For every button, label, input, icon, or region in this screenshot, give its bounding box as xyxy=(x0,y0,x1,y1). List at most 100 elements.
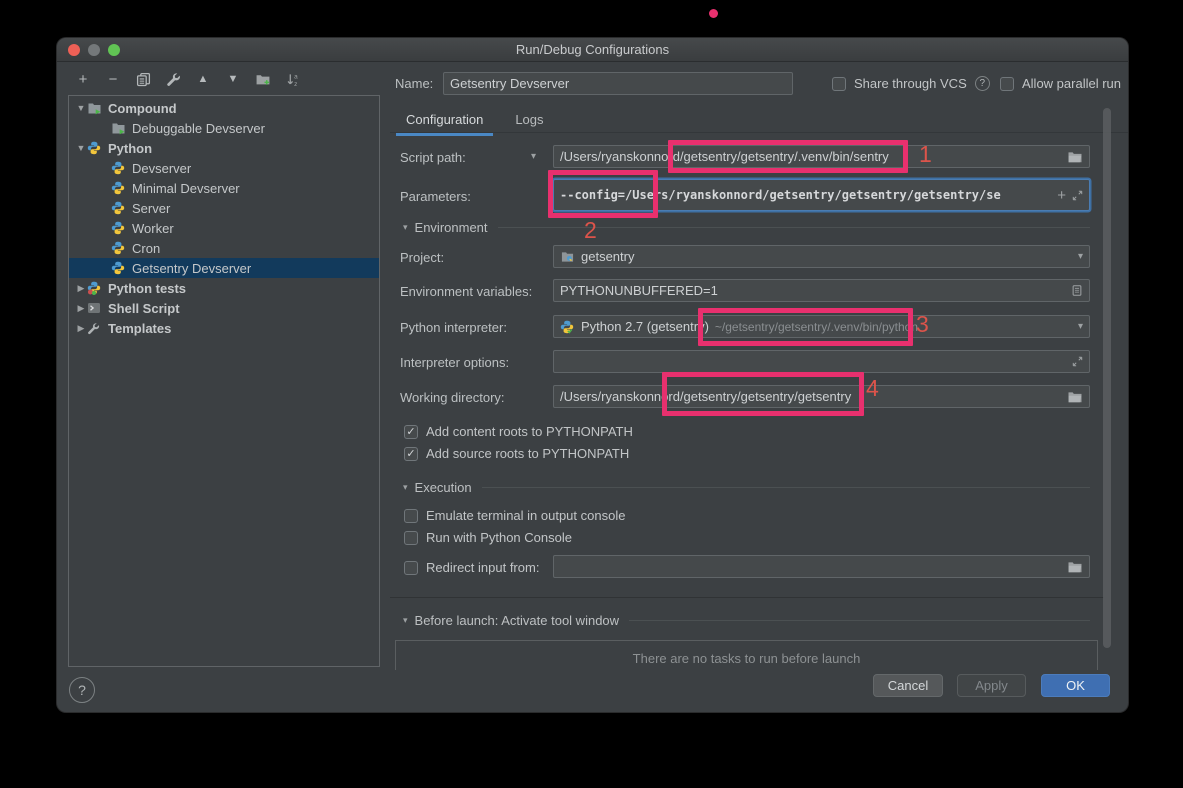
section-collapse-icon[interactable]: ▾ xyxy=(403,615,408,626)
tree-item-python-tests[interactable]: ▶ Python tests xyxy=(69,278,379,298)
tree-item-server[interactable]: Server xyxy=(69,198,379,218)
before-launch-title: Before launch: Activate tool window xyxy=(414,613,620,628)
name-label: Name: xyxy=(395,76,434,91)
tree-item-shell-script[interactable]: ▶ Shell Script xyxy=(69,298,379,318)
emulate-terminal-checkbox[interactable] xyxy=(404,508,418,523)
expand-arrow-icon[interactable]: ▼ xyxy=(75,103,87,113)
emulate-terminal-label: Emulate terminal in output console xyxy=(426,508,626,523)
dropdown-caret-icon[interactable]: ▾ xyxy=(1072,321,1083,332)
execution-section-header[interactable]: ▾ Execution xyxy=(403,480,1090,495)
redirect-input-checkbox[interactable] xyxy=(404,560,418,575)
tree-item-label: Server xyxy=(132,200,171,216)
new-folder-icon xyxy=(256,74,270,85)
configurations-toolbar: + − ▲ ▼ az xyxy=(73,68,303,90)
tree-item-devserver[interactable]: Devserver xyxy=(69,158,379,178)
interpreter-options-field[interactable] xyxy=(553,350,1090,373)
environment-section-header[interactable]: ▾ Environment xyxy=(403,220,1090,235)
ok-button[interactable]: OK xyxy=(1041,674,1110,697)
section-collapse-icon[interactable]: ▾ xyxy=(403,482,408,493)
script-path-caret-icon[interactable]: ▾ xyxy=(531,151,536,162)
section-rule xyxy=(629,620,1090,621)
apply-button[interactable]: Apply xyxy=(957,674,1026,697)
tree-item-compound[interactable]: ▼ Compound xyxy=(69,98,379,118)
python-icon xyxy=(111,161,127,175)
sort-az-icon: az xyxy=(287,73,298,87)
share-vcs-label: Share through VCS xyxy=(854,76,967,91)
expand-arrow-icon[interactable]: ▼ xyxy=(75,143,87,153)
browse-folder-icon[interactable] xyxy=(1061,560,1083,573)
section-rule xyxy=(481,487,1090,488)
add-configuration-button[interactable]: + xyxy=(73,69,93,89)
add-macro-icon[interactable]: + xyxy=(1051,187,1066,204)
collapse-arrow-icon[interactable]: ▶ xyxy=(75,303,87,314)
zoom-window-icon[interactable] xyxy=(108,44,120,56)
expand-field-icon[interactable] xyxy=(1066,356,1083,367)
annotation-box-3 xyxy=(698,308,913,346)
tab-configuration[interactable]: Configuration xyxy=(396,110,494,136)
add-source-roots-checkbox[interactable]: ✓ xyxy=(404,446,418,461)
tree-item-label: Devserver xyxy=(132,160,192,176)
interpreter-options-input[interactable] xyxy=(560,354,1066,369)
tree-item-minimal-devserver[interactable]: Minimal Devserver xyxy=(69,178,379,198)
env-vars-input[interactable] xyxy=(560,283,1065,298)
tree-item-getsentry-devserver[interactable]: Getsentry Devserver xyxy=(69,258,379,278)
allow-parallel-checkbox[interactable] xyxy=(1000,76,1014,91)
allow-parallel-label: Allow parallel run xyxy=(1022,76,1121,91)
titlebar[interactable]: Run/Debug Configurations xyxy=(57,38,1128,62)
help-button[interactable]: ? xyxy=(69,677,95,703)
share-vcs-checkbox[interactable] xyxy=(832,76,846,91)
interpreter-label: Python interpreter: xyxy=(400,320,507,335)
interpreter-options-label: Interpreter options: xyxy=(400,355,510,370)
copy-icon xyxy=(136,72,150,86)
copy-configuration-button[interactable] xyxy=(133,69,153,89)
new-folder-button[interactable] xyxy=(253,69,273,89)
redirect-input-input[interactable] xyxy=(560,559,1061,574)
tree-item-cron[interactable]: Cron xyxy=(69,238,379,258)
before-launch-section-header[interactable]: ▾ Before launch: Activate tool window xyxy=(403,613,1090,628)
sort-configurations-button[interactable]: az xyxy=(283,69,303,89)
tree-item-templates[interactable]: ▶ Templates xyxy=(69,318,379,338)
tree-item-label: Minimal Devserver xyxy=(132,180,240,196)
project-dropdown[interactable]: getsentry ▾ xyxy=(553,245,1090,268)
close-window-icon[interactable] xyxy=(68,44,80,56)
edit-list-icon[interactable] xyxy=(1065,284,1083,297)
tab-logs[interactable]: Logs xyxy=(505,110,553,133)
collapse-arrow-icon[interactable]: ▶ xyxy=(75,323,87,334)
allow-parallel-row: Allow parallel run xyxy=(1000,76,1121,91)
annotation-number-4: 4 xyxy=(866,375,879,401)
env-vars-field[interactable] xyxy=(553,279,1090,302)
move-down-button[interactable]: ▼ xyxy=(223,69,243,89)
redirect-input-field[interactable] xyxy=(553,555,1090,578)
python-console-row: Run with Python Console xyxy=(404,530,572,545)
cancel-button[interactable]: Cancel xyxy=(873,674,943,697)
vcs-help-icon[interactable]: ? xyxy=(974,76,990,91)
minimize-window-icon[interactable] xyxy=(88,44,100,56)
redirect-input-row: Redirect input from: xyxy=(404,560,539,575)
tree-item-debuggable-devserver[interactable]: Debuggable Devserver xyxy=(69,118,379,138)
vertical-scrollbar[interactable] xyxy=(1103,108,1111,648)
script-path-label: Script path: xyxy=(400,150,466,165)
python-interpreter-icon xyxy=(560,320,576,334)
add-content-roots-checkbox[interactable]: ✓ xyxy=(404,424,418,439)
move-up-button[interactable]: ▲ xyxy=(193,69,213,89)
config-tabs: Configuration Logs xyxy=(390,110,566,136)
collapse-arrow-icon[interactable]: ▶ xyxy=(75,283,87,294)
remove-configuration-button[interactable]: − xyxy=(103,69,123,89)
python-icon xyxy=(111,221,127,235)
dropdown-caret-icon[interactable]: ▾ xyxy=(1072,251,1083,262)
share-vcs-row: Share through VCS ? xyxy=(832,76,990,91)
project-folder-icon xyxy=(560,250,576,264)
name-input[interactable] xyxy=(450,76,786,91)
edit-templates-button[interactable] xyxy=(163,69,183,89)
execution-section-title: Execution xyxy=(414,480,472,495)
annotation-box-1 xyxy=(668,140,908,173)
tree-item-worker[interactable]: Worker xyxy=(69,218,379,238)
section-collapse-icon[interactable]: ▾ xyxy=(403,222,408,233)
python-console-checkbox[interactable] xyxy=(404,530,418,545)
name-field[interactable] xyxy=(443,72,793,95)
expand-field-icon[interactable] xyxy=(1066,190,1083,201)
tabs-divider xyxy=(390,132,1128,133)
browse-folder-icon[interactable] xyxy=(1061,390,1083,403)
browse-folder-icon[interactable] xyxy=(1061,150,1083,163)
tree-item-python[interactable]: ▼ Python xyxy=(69,138,379,158)
